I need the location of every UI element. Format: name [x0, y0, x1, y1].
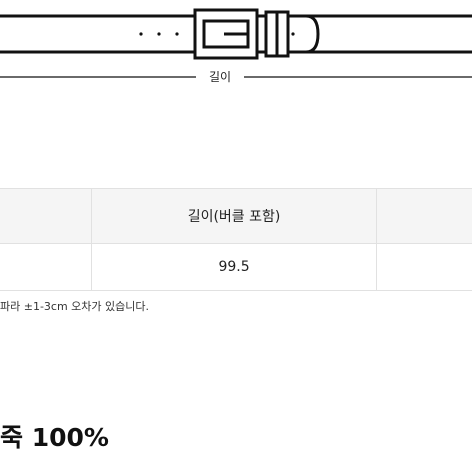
- table-cell: [0, 243, 92, 291]
- table-header-cell: [0, 188, 92, 244]
- table-cell: 99.5: [90, 243, 378, 291]
- belt-hole: [139, 32, 143, 36]
- table-header-cell: [376, 188, 472, 244]
- table-row: 99.5: [0, 243, 472, 291]
- size-table: 길이(버클 포함) 99.5: [0, 188, 472, 291]
- table-cell: [376, 243, 472, 291]
- table-header-cell: 길이(버클 포함): [90, 188, 378, 244]
- measurement-note: 파라 ±1-3cm 오차가 있습니다.: [0, 300, 150, 313]
- belt-hole: [291, 32, 295, 36]
- belt-hole: [157, 32, 161, 36]
- length-label: 길이: [0, 66, 472, 88]
- table-header-row: 길이(버클 포함): [0, 188, 472, 244]
- belt-hole: [175, 32, 179, 36]
- length-label-text: 길이: [196, 66, 244, 88]
- material-text: 죽 100%: [0, 423, 109, 452]
